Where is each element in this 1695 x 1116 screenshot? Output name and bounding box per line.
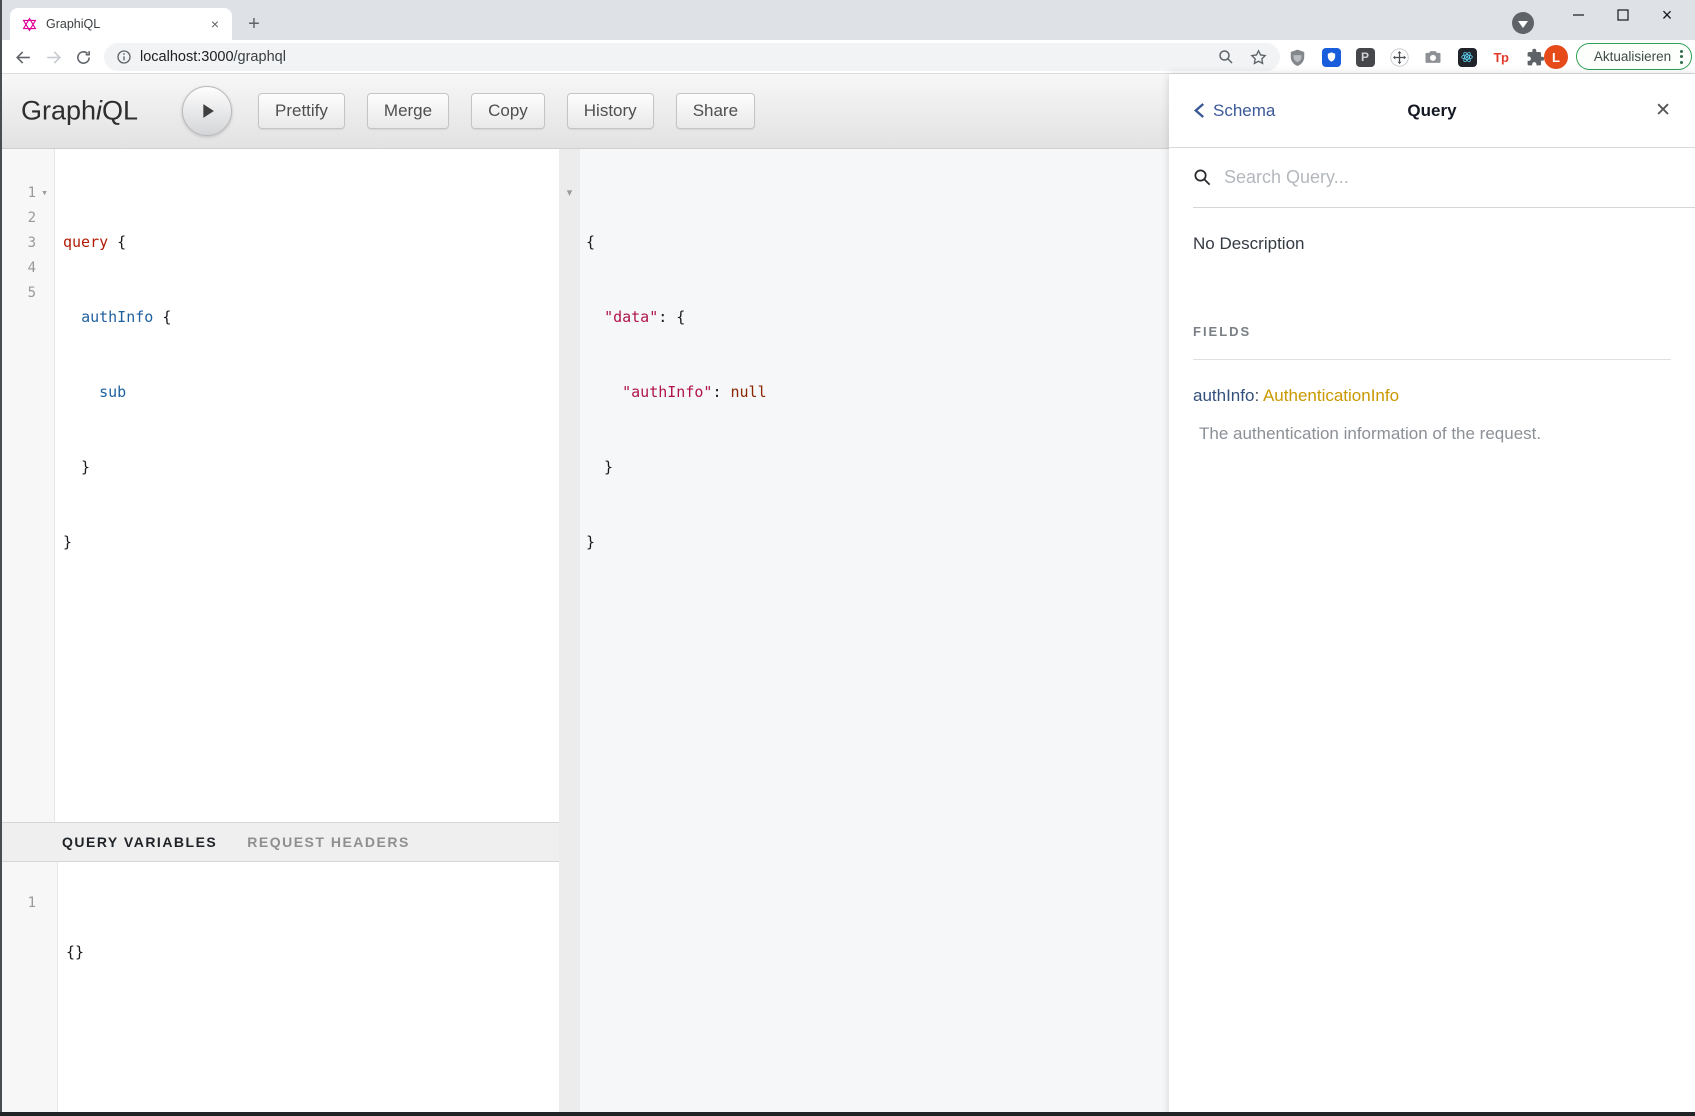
- browser-tab[interactable]: GraphiQL ×: [10, 8, 232, 40]
- query-code[interactable]: query { authInfo { sub } }: [55, 149, 171, 822]
- minimize-button[interactable]: [1557, 0, 1601, 30]
- variables-titlebar: QUERY VARIABLES REQUEST HEADERS: [0, 822, 559, 862]
- maximize-button[interactable]: [1601, 0, 1645, 30]
- type-description: No Description: [1193, 234, 1671, 254]
- query-editor[interactable]: 1▾ 2 3 4 5 query { authInfo { sub } }: [0, 149, 559, 822]
- tab-close-icon[interactable]: ×: [206, 15, 224, 33]
- url-text: localhost:3000/graphql: [140, 49, 1206, 65]
- new-tab-button[interactable]: +: [240, 10, 268, 38]
- graphiql-app: GraphiQL Prettify Merge Copy History Sha…: [0, 74, 1695, 1116]
- variables-code[interactable]: {}: [58, 862, 174, 1116]
- doc-search-row: [1193, 148, 1695, 208]
- tab-title: GraphiQL: [46, 17, 206, 31]
- doc-explorer-header: Schema Query ✕: [1169, 74, 1695, 148]
- screenshot-camera-extension-icon[interactable]: [1422, 46, 1444, 68]
- fold-arrow-icon[interactable]: ▾: [36, 186, 53, 199]
- address-bar[interactable]: localhost:3000/graphql: [104, 43, 1280, 71]
- pane-divider[interactable]: ▾: [559, 149, 580, 1116]
- doc-back-label: Schema: [1213, 101, 1275, 121]
- search-icon: [1193, 168, 1212, 187]
- history-button[interactable]: History: [567, 93, 654, 129]
- kebab-menu-icon[interactable]: [1680, 50, 1683, 64]
- field-type-link[interactable]: AuthenticationInfo: [1263, 386, 1399, 405]
- result-viewer: { "data": { "authInfo": null } }: [580, 149, 1169, 1116]
- merge-button[interactable]: Merge: [367, 93, 449, 129]
- close-window-button[interactable]: ×: [1645, 0, 1689, 30]
- field-row: authInfo: AuthenticationInfo: [1193, 386, 1671, 406]
- chevron-left-icon: [1193, 102, 1206, 119]
- reload-button[interactable]: [70, 44, 96, 70]
- update-available-icon[interactable]: [1512, 12, 1534, 34]
- graphql-favicon-icon: [22, 17, 37, 32]
- tab-strip: GraphiQL × + ×: [0, 0, 1695, 40]
- window-edge-bottom: [0, 1112, 1695, 1116]
- react-devtools-extension-icon[interactable]: [1456, 46, 1478, 68]
- share-button[interactable]: Share: [676, 93, 755, 129]
- field-name-link[interactable]: authInfo: [1193, 386, 1254, 405]
- tampermonkey-extension-icon[interactable]: Tp: [1490, 46, 1512, 68]
- variables-editor[interactable]: 1 {}: [0, 862, 559, 1116]
- update-button-label: Aktualisieren: [1589, 49, 1676, 64]
- doc-search-input[interactable]: [1224, 167, 1695, 188]
- move-tool-extension-icon[interactable]: [1388, 46, 1410, 68]
- browser-toolbar: localhost:3000/graphql P: [0, 40, 1695, 74]
- tab-request-headers[interactable]: REQUEST HEADERS: [247, 834, 410, 850]
- result-json: { "data": { "authInfo": null } }: [580, 149, 1169, 605]
- query-editor-gutter: 1▾ 2 3 4 5: [0, 149, 55, 822]
- field-description: The authentication information of the re…: [1193, 424, 1671, 444]
- prettify-button[interactable]: Prettify: [258, 93, 345, 129]
- tab-query-variables[interactable]: QUERY VARIABLES: [62, 834, 217, 850]
- p-extension-icon[interactable]: P: [1354, 46, 1376, 68]
- copy-button[interactable]: Copy: [471, 93, 545, 129]
- graphiql-workspace: GraphiQL Prettify Merge Copy History Sha…: [0, 74, 1169, 1116]
- browser-update-button[interactable]: Aktualisieren: [1576, 43, 1692, 70]
- window-edge-left: [0, 0, 2, 1116]
- doc-title: Query: [1323, 101, 1541, 121]
- graphiql-topbar: GraphiQL Prettify Merge Copy History Sha…: [0, 74, 1169, 149]
- fields-heading: FIELDS: [1193, 324, 1671, 360]
- extensions-puzzle-icon[interactable]: [1524, 46, 1546, 68]
- doc-close-icon[interactable]: ✕: [1541, 99, 1671, 122]
- doc-explorer: Schema Query ✕ No Description FIELDS aut…: [1169, 74, 1695, 1116]
- result-fold-arrow-icon[interactable]: ▾: [567, 186, 573, 199]
- ublock-extension-icon[interactable]: [1286, 46, 1308, 68]
- variables-editor-gutter: 1: [0, 862, 58, 1116]
- doc-back-link[interactable]: Schema: [1193, 101, 1323, 121]
- graphiql-logo: GraphiQL: [21, 96, 138, 127]
- zoom-page-icon[interactable]: [1214, 45, 1238, 69]
- doc-body: No Description FIELDS authInfo: Authenti…: [1169, 208, 1695, 444]
- execute-query-button[interactable]: [182, 86, 232, 136]
- play-icon: [196, 100, 218, 122]
- profile-avatar[interactable]: L: [1544, 45, 1568, 69]
- bitwarden-extension-icon[interactable]: [1320, 46, 1342, 68]
- bookmark-star-icon[interactable]: [1246, 45, 1270, 69]
- page-info-icon[interactable]: [116, 49, 132, 65]
- back-button[interactable]: [10, 44, 36, 70]
- forward-button[interactable]: [40, 44, 66, 70]
